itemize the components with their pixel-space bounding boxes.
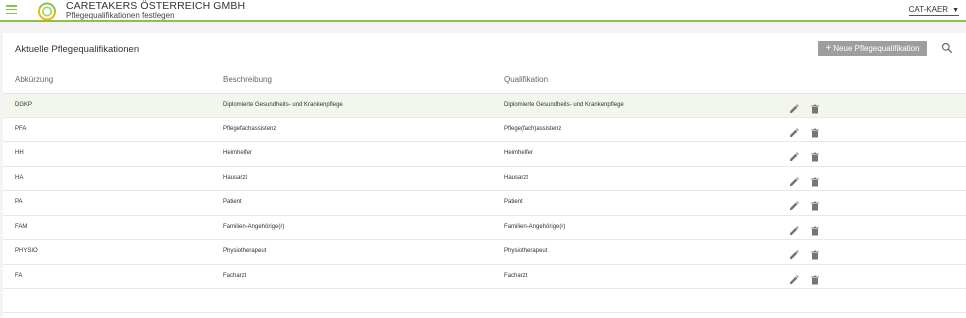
trash-icon[interactable] xyxy=(810,125,820,137)
cell-description: Familien-Angehörige(r) xyxy=(223,223,285,230)
plus-icon: + xyxy=(825,42,832,54)
trash-icon[interactable] xyxy=(810,198,820,211)
table-body: DGKP Diplomierte Gesundheits- und Kranken… xyxy=(3,93,966,289)
cell-qualification: Diplomierte Gesundheits- und Krankenpfle… xyxy=(504,102,624,108)
menu-icon[interactable] xyxy=(6,5,17,15)
table-row[interactable]: PA Patient Patient xyxy=(3,191,966,216)
column-header-abbr[interactable]: Abkürzung xyxy=(15,75,53,84)
cell-abbr: HA xyxy=(15,174,24,181)
user-name: CAT-KAER xyxy=(908,5,949,14)
cell-description: Facharzt xyxy=(223,272,247,279)
table-row[interactable]: FA Facharzt Facharzt xyxy=(3,265,966,289)
new-qualification-button[interactable]: + Neue Pflegequalifikation xyxy=(818,41,927,56)
cell-description: Diplomierte Gesundheits- und Krankenpfle… xyxy=(223,102,343,108)
trash-icon[interactable] xyxy=(810,272,820,284)
trash-icon[interactable] xyxy=(810,149,820,162)
trash-icon[interactable] xyxy=(810,174,820,186)
cell-abbr: FA xyxy=(15,272,23,279)
table-row[interactable]: HH Heimhelfer Heimhelfer xyxy=(3,142,966,167)
top-bar: CARETAKERS ÖSTERREICH GMBH Pflegequalifi… xyxy=(0,0,966,22)
cell-abbr: DGKP xyxy=(15,102,33,108)
cell-abbr: PA xyxy=(15,199,23,205)
pencil-icon[interactable] xyxy=(789,101,799,113)
table-row[interactable]: PFA Pflegefachassistenz Pflege(fach)assist… xyxy=(3,118,966,142)
caret-down-icon: ▼ xyxy=(952,7,959,14)
logo-icon xyxy=(38,2,56,21)
cell-description: Hausarzt xyxy=(223,174,248,181)
table-row[interactable]: HA Hausarzt Hausarzt xyxy=(3,167,966,191)
pencil-icon[interactable] xyxy=(789,125,799,137)
page-title: Aktuelle Pflegequalifikationen xyxy=(15,44,140,55)
user-menu[interactable]: CAT-KAER ▼ xyxy=(908,5,959,16)
pencil-icon[interactable] xyxy=(789,223,799,235)
cell-qualification: Facharzt xyxy=(504,272,528,279)
cell-qualification: Heimhelfer xyxy=(504,150,534,156)
pencil-icon[interactable] xyxy=(789,272,799,284)
cell-description: Patient xyxy=(223,199,242,205)
trash-icon[interactable] xyxy=(810,223,820,235)
qualifications-card: Aktuelle Pflegequalifikationen + Neue Pf… xyxy=(3,33,966,318)
table-row[interactable]: PHYSIO Physiotherapeut Physiotherapeut xyxy=(3,240,966,265)
pencil-icon[interactable] xyxy=(789,174,799,186)
cell-qualification: Patient xyxy=(504,199,523,205)
cell-qualification: Hausarzt xyxy=(504,174,529,181)
trash-icon[interactable] xyxy=(810,101,820,114)
table-footer-divider xyxy=(3,312,966,313)
pencil-icon[interactable] xyxy=(789,149,799,161)
cell-description: Pflegefachassistenz xyxy=(223,125,277,132)
trash-icon[interactable] xyxy=(810,247,820,260)
table-row[interactable]: FAM Familien-Angehörige(r) Familien-Angehö… xyxy=(3,216,966,240)
cell-qualification: Pflege(fach)assistenz xyxy=(504,125,562,132)
pencil-icon[interactable] xyxy=(789,247,799,259)
column-header-qualification[interactable]: Qualifikation xyxy=(504,75,548,84)
cell-abbr: PHYSIO xyxy=(15,248,38,254)
table-header: Abkürzung Beschreibung Qualifikation xyxy=(3,69,966,93)
page-subtitle: Pflegequalifikationen festlegen xyxy=(66,11,175,20)
cell-abbr: PFA xyxy=(15,125,27,132)
search-icon[interactable] xyxy=(941,42,953,54)
cell-qualification: Physiotherapeut xyxy=(504,248,548,254)
cell-description: Heimhelfer xyxy=(223,150,253,156)
cell-abbr: FAM xyxy=(15,223,28,230)
new-qualification-label: Neue Pflegequalifikation xyxy=(833,44,920,53)
pencil-icon[interactable] xyxy=(789,198,799,210)
cell-qualification: Familien-Angehörige(r) xyxy=(504,223,566,230)
cell-description: Physiotherapeut xyxy=(223,248,267,254)
table-row[interactable]: DGKP Diplomierte Gesundheits- und Kranken… xyxy=(3,93,966,118)
column-header-description[interactable]: Beschreibung xyxy=(223,75,272,84)
cell-abbr: HH xyxy=(15,150,24,156)
